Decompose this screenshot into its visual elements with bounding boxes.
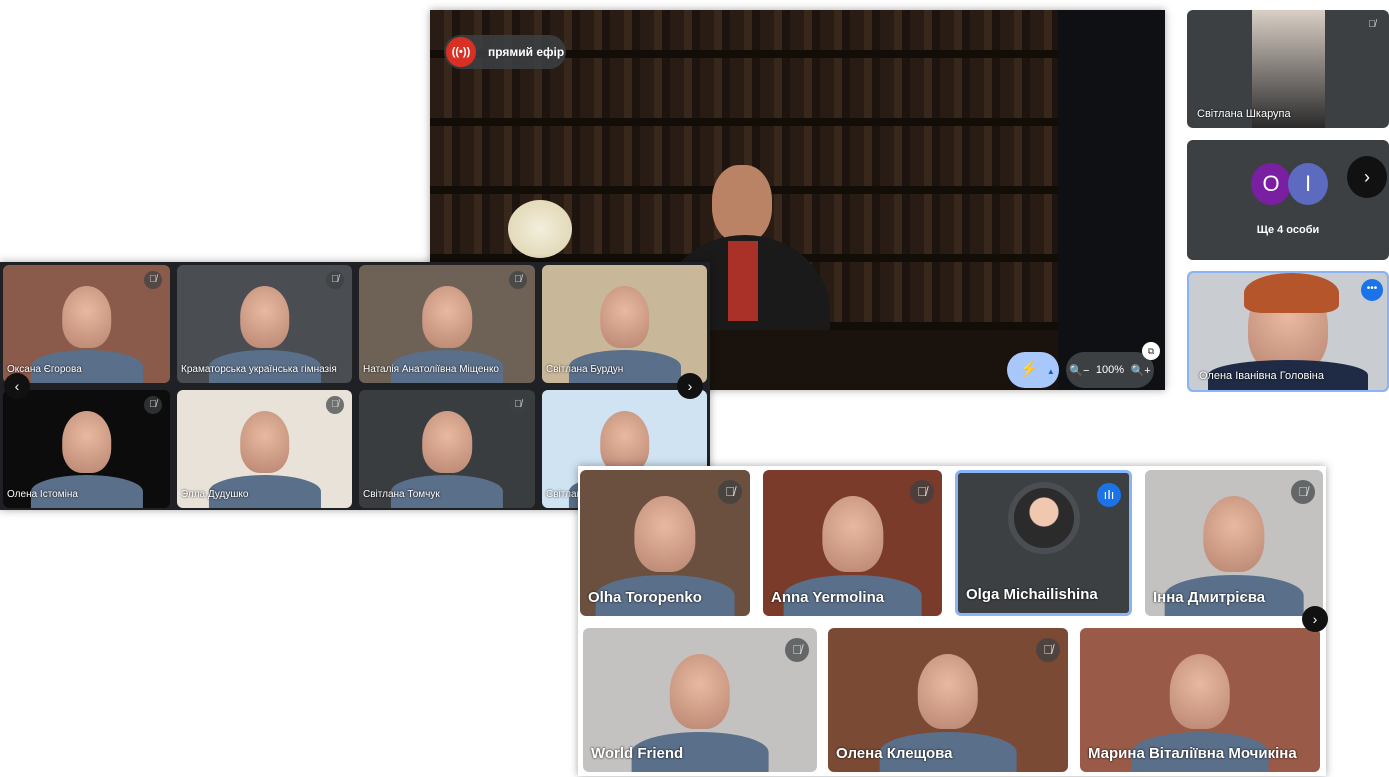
- participant-name: World Friend: [591, 745, 684, 762]
- next-page-button[interactable]: ›: [1347, 156, 1387, 198]
- participant-tile[interactable]: 🎙̸ Оксана Єгорова: [3, 265, 170, 383]
- participant-tile[interactable]: 🎙̸ Олена Істоміна: [3, 390, 170, 508]
- participant-name: Світлана Томчук: [363, 489, 440, 500]
- participant-name: Наталія Анатоліївна Міщенко: [363, 364, 499, 375]
- participant-video: [61, 286, 112, 348]
- mic-off-icon: 🎙̸: [144, 271, 162, 289]
- participant-video: [669, 653, 731, 729]
- participant-tile[interactable]: 🎙̸ Наталія Анатоліївна Міщенко: [359, 265, 535, 383]
- participant-name: Інна Дмитрієва: [1153, 589, 1266, 606]
- participant-video: [422, 286, 472, 348]
- participant-name: Світлана Бурдун: [546, 364, 624, 375]
- participant-video: [1169, 653, 1231, 729]
- mic-off-icon: 🎙̸: [718, 480, 742, 504]
- participant-video: [61, 411, 112, 473]
- participant-tile[interactable]: 🎙̸ Інна Дмитрієва: [1145, 470, 1323, 616]
- participant-video: [917, 653, 979, 729]
- participant-tile[interactable]: 🎙̸ Элла Дудушко: [177, 390, 352, 508]
- participant-video: [239, 286, 290, 348]
- participant-tile[interactable]: 🎙̸ World Friend: [583, 628, 817, 772]
- participant-tile[interactable]: 🎙̸ Краматорська українська гімназія: [177, 265, 352, 383]
- zoom-in-icon[interactable]: 🔍+: [1131, 364, 1151, 377]
- more-participants-label: Ще 4 особи: [1256, 224, 1320, 236]
- avatar: O: [1251, 163, 1291, 205]
- mic-off-icon: 🎙̸: [144, 396, 162, 414]
- participant-video: [634, 496, 696, 573]
- speaking-icon: ıIı: [1097, 483, 1121, 507]
- zoom-controls: 🔍− 100% 🔍+: [1066, 352, 1154, 388]
- mic-off-icon: 🎙̸: [1036, 638, 1060, 662]
- mic-off-icon: 🎙̸: [326, 396, 344, 414]
- participant-tile[interactable]: 🎙̸ Світлана Шкарупа: [1187, 10, 1389, 128]
- participant-video: [239, 411, 290, 473]
- more-participants-tile[interactable]: O I Ще 4 особи ›: [1187, 140, 1389, 260]
- more-options-icon[interactable]: •••: [1361, 279, 1383, 301]
- lamp: [508, 200, 572, 258]
- participant-video: [599, 411, 650, 473]
- participant-tile[interactable]: 🎙̸ Olha Toropenko: [580, 470, 750, 616]
- participant-tile[interactable]: Світлана Бурдун: [542, 265, 707, 383]
- next-page-button[interactable]: ›: [1302, 606, 1328, 632]
- participant-tile[interactable]: 🎙̸ Anna Yermolina: [763, 470, 942, 616]
- participant-tile[interactable]: ••• Олена Іванівна Головіна: [1187, 271, 1389, 392]
- pip-icon[interactable]: ⧉: [1142, 342, 1160, 360]
- participant-tile[interactable]: Марина Віталіївна Мочикіна: [1080, 628, 1320, 772]
- participant-video: [1203, 496, 1265, 573]
- participant-tile[interactable]: ıIı Olga Michailishina: [955, 470, 1132, 616]
- caret-up-icon: ▲: [1046, 367, 1055, 376]
- participant-name: Olha Toropenko: [588, 589, 702, 606]
- participant-name: Марина Віталіївна Мочикіна: [1088, 745, 1297, 762]
- participant-tile[interactable]: 🎙̸ Олена Клещова: [828, 628, 1068, 772]
- live-label: прямий ефір: [488, 45, 565, 59]
- participant-name: Олена Іванівна Головіна: [1199, 370, 1324, 382]
- mic-off-icon: 🎙̸: [509, 396, 527, 414]
- participant-name: Краматорська українська гімназія: [181, 364, 337, 375]
- participant-name: Элла Дудушко: [181, 489, 249, 500]
- mic-off-icon: 🎙̸: [1363, 16, 1381, 34]
- mic-off-icon: 🎙̸: [326, 271, 344, 289]
- participants-grid-2: 🎙̸ Olha Toropenko 🎙̸ Anna Yermolina ıIı Olga …: [578, 466, 1328, 776]
- participant-tile[interactable]: 🎙̸ Світлана Томчук: [359, 390, 535, 508]
- participant-name: Olga Michailishina: [966, 586, 1098, 603]
- participant-name: Олена Істоміна: [7, 489, 78, 500]
- next-page-button[interactable]: ›: [677, 373, 703, 399]
- participant-name: Олена Клещова: [836, 745, 953, 762]
- participant-video: [422, 411, 472, 473]
- mic-off-icon: 🎙̸: [785, 638, 809, 662]
- sidebar-panel: 🎙̸ Світлана Шкарупа O I Ще 4 особи › •••…: [1183, 6, 1389, 396]
- avatar: I: [1288, 163, 1328, 205]
- participant-name: Світлана Шкарупа: [1197, 108, 1291, 120]
- live-badge: ((•)) прямий ефір: [444, 35, 566, 69]
- avatar: [1007, 481, 1080, 554]
- mic-off-icon: 🎙̸: [910, 480, 934, 504]
- prev-page-button[interactable]: ‹: [4, 373, 30, 399]
- participant-video: [599, 286, 650, 348]
- participant-name: Anna Yermolina: [771, 589, 885, 606]
- mic-off-icon: 🎙̸: [1291, 480, 1315, 504]
- participant-video: [821, 496, 884, 573]
- zoom-level: 100%: [1095, 364, 1125, 376]
- reactions-button[interactable]: ⚡ ▲: [1007, 352, 1059, 388]
- zoom-out-icon[interactable]: 🔍−: [1069, 364, 1089, 377]
- mic-off-icon: 🎙̸: [509, 271, 527, 289]
- live-broadcast-icon: ((•)): [446, 37, 476, 67]
